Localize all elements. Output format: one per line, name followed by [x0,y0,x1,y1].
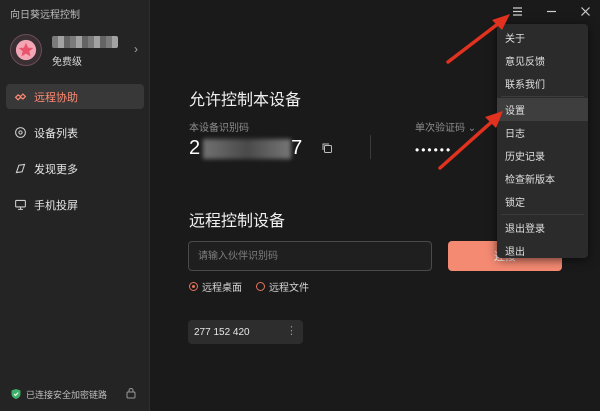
menu-item-about[interactable]: 关于 [497,26,588,49]
menu-item-contact[interactable]: 联系我们 [497,72,588,95]
menu-divider [501,214,584,215]
assist-icon [12,89,28,105]
copy-icon[interactable] [321,142,333,154]
device-id-label: 本设备识别码 [189,123,249,134]
one-time-code-label-text: 单次验证码 [415,123,465,134]
more-vertical-icon[interactable]: ⋮ [286,324,297,337]
chevron-down-icon: ⌄ [467,123,477,134]
sidebar-nav: 远程协助 设备列表 发现更多 手机投屏 [6,84,144,228]
menu-icon[interactable] [510,4,524,18]
user-profile[interactable]: 免费级 › [8,32,142,68]
discover-icon [12,161,28,177]
close-icon[interactable] [578,4,592,18]
menu-item-log[interactable]: 日志 [497,121,588,144]
allow-control-title: 允许控制本设备 [189,92,302,109]
menu-item-feedback[interactable]: 意见反馈 [497,49,588,72]
connection-type: 远程桌面 远程文件 [189,279,309,294]
menu-item-history[interactable]: 历史记录 [497,144,588,167]
connection-status: 已连接安全加密链路 [10,387,140,401]
menu-divider [501,96,584,97]
window-controls [510,4,592,18]
recent-device-chip[interactable]: 277 152 420 ⋮ [188,320,303,344]
app-title: 向日葵远程控制 [10,10,80,21]
device-id-prefix: 2 [189,137,202,159]
sidebar-item-label: 手机投屏 [34,199,78,212]
sidebar: 向日葵远程控制 免费级 › 远程协助 设备列表 发现更多 手机投屏 已连接安全加… [0,0,150,411]
radio-dot [189,282,198,291]
recent-device-id: 277 152 420 [194,326,250,338]
sidebar-item-remote-assist[interactable]: 远程协助 [6,84,144,109]
sidebar-item-screen-cast[interactable]: 手机投屏 [6,192,144,217]
radio-remote-file[interactable]: 远程文件 [256,279,309,294]
menu-item-logout[interactable]: 退出登录 [497,216,588,239]
radio-label: 远程桌面 [202,283,242,294]
menu-item-check-update[interactable]: 检查新版本 [497,167,588,190]
minimize-icon[interactable] [544,4,558,18]
shield-icon [11,389,21,399]
one-time-code-masked: •••••• [415,143,453,157]
remote-control-title: 远程控制设备 [189,213,286,230]
lock-icon[interactable] [126,387,136,399]
sidebar-item-device-list[interactable]: 设备列表 [6,120,144,145]
menu-item-lock[interactable]: 锁定 [497,190,588,213]
divider [370,135,371,159]
device-list-icon [12,125,28,141]
partner-id-field [188,241,432,271]
partner-id-input[interactable] [189,242,431,270]
sidebar-item-label: 设备列表 [34,127,78,140]
sidebar-item-label: 发现更多 [34,163,78,176]
avatar [10,34,42,66]
device-id-suffix: 7 [291,137,304,159]
menu-item-settings[interactable]: 设置 [497,98,588,121]
connection-status-text: 已连接安全加密链路 [26,389,108,400]
user-name-redacted [52,36,118,48]
screen-cast-icon [12,197,28,213]
main-menu-dropdown: 关于 意见反馈 联系我们 设置 日志 历史记录 检查新版本 锁定 退出登录 退出 [497,24,588,258]
device-id: 27 [189,137,303,160]
sidebar-item-label: 远程协助 [34,91,78,104]
radio-remote-desktop[interactable]: 远程桌面 [189,279,242,294]
user-level: 免费级 [52,57,82,68]
menu-item-exit[interactable]: 退出 [497,239,588,262]
radio-dot [256,282,265,291]
sidebar-item-discover[interactable]: 发现更多 [6,156,144,181]
device-id-redacted [203,138,292,159]
one-time-code-label[interactable]: 单次验证码 ⌄ [415,119,476,134]
radio-label: 远程文件 [269,283,309,294]
chevron-right-icon[interactable]: › [134,42,138,56]
avatar-star-icon [15,39,37,61]
